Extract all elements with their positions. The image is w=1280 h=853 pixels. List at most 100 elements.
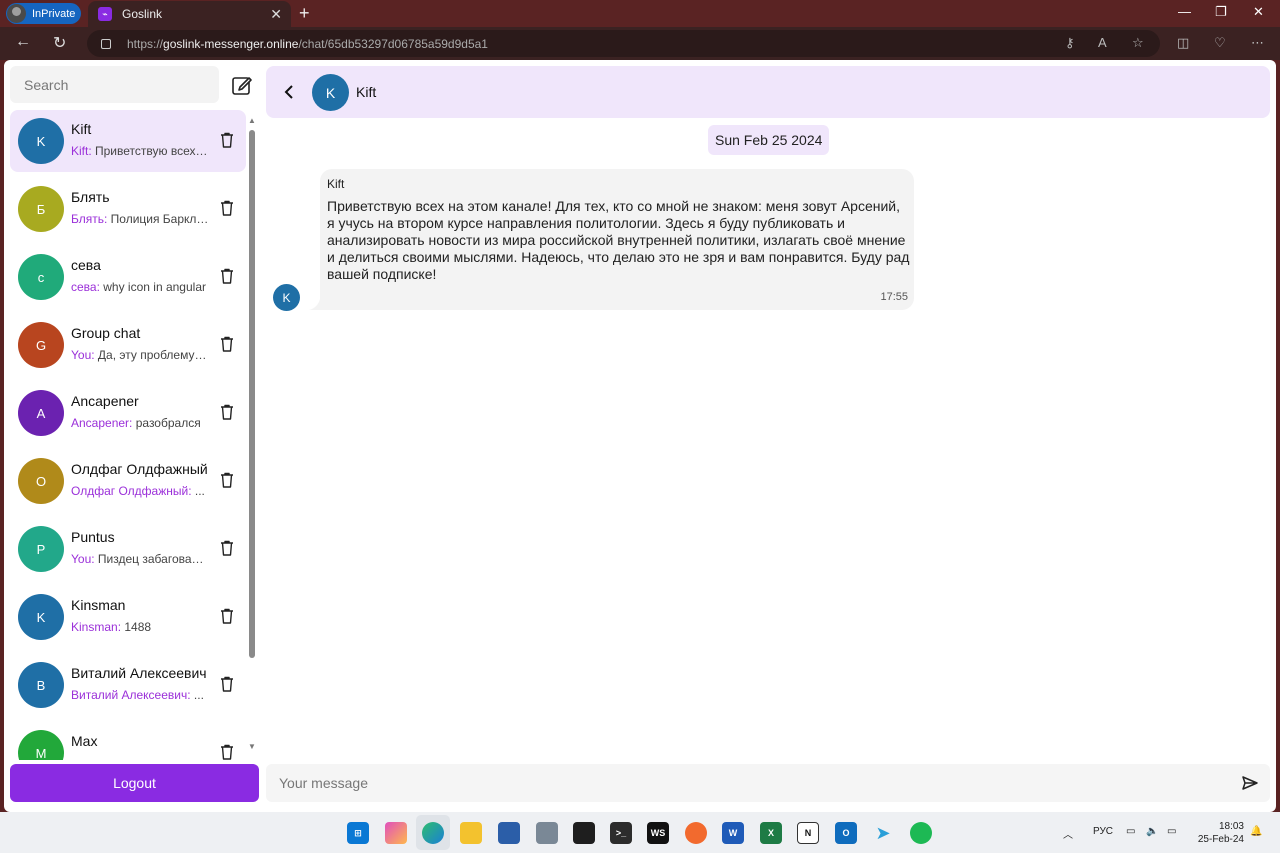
- chat-name: Виталий Алексеевич: [71, 665, 207, 681]
- read-aloud-icon[interactable]: A: [1098, 35, 1107, 50]
- url-path: /chat/65db53297d06785a59d9d5a1: [298, 36, 488, 51]
- start-icon[interactable]: ⊞: [347, 822, 369, 844]
- figma-icon[interactable]: [573, 822, 595, 844]
- delete-trash-icon[interactable]: [220, 608, 234, 624]
- preview-sender: Kinsman:: [71, 620, 122, 634]
- outlook-icon[interactable]: O: [835, 822, 857, 844]
- chat-list-item[interactable]: Б Блять Блять: Полиция Барклая: [10, 178, 246, 240]
- taskbar-clock[interactable]: 18:03 25-Feb-24: [1192, 820, 1244, 846]
- chat-preview: You: Да, эту проблему знаю: [71, 348, 209, 362]
- more-menu-icon[interactable]: ⋯: [1251, 35, 1264, 51]
- restore-icon[interactable]: ❐: [1215, 4, 1227, 20]
- new-tab-icon[interactable]: +: [299, 3, 310, 24]
- word-icon[interactable]: W: [722, 822, 744, 844]
- message-input[interactable]: [266, 764, 1226, 802]
- chat-preview: Олдфаг Олдфажный: ...: [71, 484, 209, 498]
- favorite-star-icon[interactable]: ☆: [1132, 35, 1144, 51]
- windows-taskbar: [0, 812, 1280, 853]
- chat-title[interactable]: Kift: [356, 84, 376, 100]
- avatar: P: [18, 526, 64, 572]
- clock-time: 18:03: [1218, 821, 1244, 832]
- chat-name: сева: [71, 257, 101, 273]
- delete-trash-icon[interactable]: [220, 472, 234, 488]
- chat-list-item[interactable]: A Ancapener Ancapener: разобрался: [10, 382, 246, 444]
- tab-close-icon[interactable]: ✕: [270, 6, 282, 23]
- network-icon[interactable]: ▭: [1126, 826, 1135, 837]
- scrollbar-thumb[interactable]: [249, 130, 255, 658]
- excel-icon[interactable]: X: [760, 822, 782, 844]
- preview-sender: You:: [71, 552, 95, 566]
- preview-sender: You:: [71, 348, 95, 362]
- spotify-icon[interactable]: [910, 822, 932, 844]
- tray-chevron-icon[interactable]: ︿: [1063, 826, 1073, 841]
- refresh-icon[interactable]: ↻: [53, 33, 66, 53]
- logout-button[interactable]: Logout: [10, 764, 259, 802]
- scroll-down-icon[interactable]: ▼: [248, 742, 256, 751]
- chat-list-item[interactable]: В Виталий Алексеевич Виталий Алексеевич: .…: [10, 654, 246, 716]
- terminal-icon[interactable]: >_: [610, 822, 632, 844]
- lock-icon: [101, 38, 111, 49]
- close-window-icon[interactable]: ✕: [1253, 4, 1264, 20]
- chat-preview: Kinsman: 1488: [71, 620, 209, 634]
- telegram-icon[interactable]: ➤: [872, 822, 894, 844]
- scroll-up-icon[interactable]: ▲: [248, 116, 256, 125]
- avatar: K: [18, 594, 64, 640]
- battery-icon[interactable]: ▭: [1167, 826, 1176, 837]
- compose-icon[interactable]: [231, 74, 253, 96]
- delete-trash-icon[interactable]: [220, 336, 234, 352]
- avatar: В: [18, 662, 64, 708]
- browser-tab[interactable]: ⌁ Goslink ✕: [88, 1, 291, 27]
- message-text: Приветствую всех на этом канале! Для тех…: [327, 198, 910, 282]
- delete-trash-icon[interactable]: [220, 744, 234, 760]
- chat-header: K Kift: [266, 66, 1270, 118]
- send-icon[interactable]: [1242, 776, 1258, 790]
- preview-text: why icon in angular: [99, 280, 206, 294]
- calculator-icon[interactable]: [536, 822, 558, 844]
- edge-icon[interactable]: [422, 822, 444, 844]
- chat-list-item[interactable]: K Kinsman Kinsman: 1488: [10, 586, 246, 648]
- message-avatar[interactable]: K: [273, 284, 300, 311]
- file-explorer-icon[interactable]: [460, 822, 482, 844]
- input-language[interactable]: РУС: [1093, 826, 1113, 837]
- chat-list-item[interactable]: с сева сева: why icon in angular: [10, 246, 246, 308]
- chat-list-item[interactable]: K Kift Kift: Приветствую всех на этом кана…: [10, 110, 246, 172]
- avatar: G: [18, 322, 64, 368]
- chat-list-item[interactable]: M Max: [10, 722, 246, 760]
- store-icon[interactable]: [498, 822, 520, 844]
- search-input[interactable]: [10, 66, 219, 103]
- url-field[interactable]: https://goslink-messenger.online/chat/65…: [87, 30, 1160, 57]
- notification-bell-icon[interactable]: 🔔: [1250, 826, 1262, 837]
- copilot-icon[interactable]: [385, 822, 407, 844]
- url-domain: goslink-messenger.online: [163, 36, 299, 51]
- chat-avatar[interactable]: K: [312, 74, 349, 111]
- delete-trash-icon[interactable]: [220, 132, 234, 148]
- browser-essentials-icon[interactable]: ♡: [1214, 35, 1226, 51]
- notion-icon[interactable]: N: [797, 822, 819, 844]
- volume-icon[interactable]: 🔈: [1146, 826, 1158, 837]
- page-viewport: K Kift Kift: Приветствую всех на этом кана…: [4, 60, 1276, 812]
- preview-text: ...: [190, 688, 204, 702]
- inprivate-badge[interactable]: InPrivate: [6, 3, 81, 24]
- clock-date: 25-Feb-24: [1197, 834, 1244, 845]
- chat-list-item[interactable]: О Олдфаг Олдфажный Олдфаг Олдфажный: ...: [10, 450, 246, 512]
- key-icon[interactable]: ⚷: [1065, 35, 1075, 51]
- delete-trash-icon[interactable]: [220, 676, 234, 692]
- back-chevron-icon[interactable]: [282, 82, 296, 102]
- postman-icon[interactable]: [685, 822, 707, 844]
- chat-preview: сева: why icon in angular: [71, 280, 209, 294]
- split-screen-icon[interactable]: ◫: [1177, 35, 1189, 51]
- chat-preview: You: Пиздец забагованный: [71, 552, 209, 566]
- delete-trash-icon[interactable]: [220, 540, 234, 556]
- delete-trash-icon[interactable]: [220, 268, 234, 284]
- message-bubble[interactable]: Kift Приветствую всех на этом канале! Дл…: [306, 169, 914, 310]
- chat-list-item[interactable]: G Group chat You: Да, эту проблему знаю: [10, 314, 246, 376]
- delete-trash-icon[interactable]: [220, 404, 234, 420]
- delete-trash-icon[interactable]: [220, 200, 234, 216]
- minimize-icon[interactable]: —: [1178, 4, 1191, 19]
- webstorm-icon[interactable]: WS: [647, 822, 669, 844]
- avatar: Б: [18, 186, 64, 232]
- chat-list-item[interactable]: P Puntus You: Пиздец забагованный: [10, 518, 246, 580]
- avatar: О: [18, 458, 64, 504]
- chat-preview: Ancapener: разобрался: [71, 416, 209, 430]
- back-arrow-icon[interactable]: ←: [15, 33, 31, 51]
